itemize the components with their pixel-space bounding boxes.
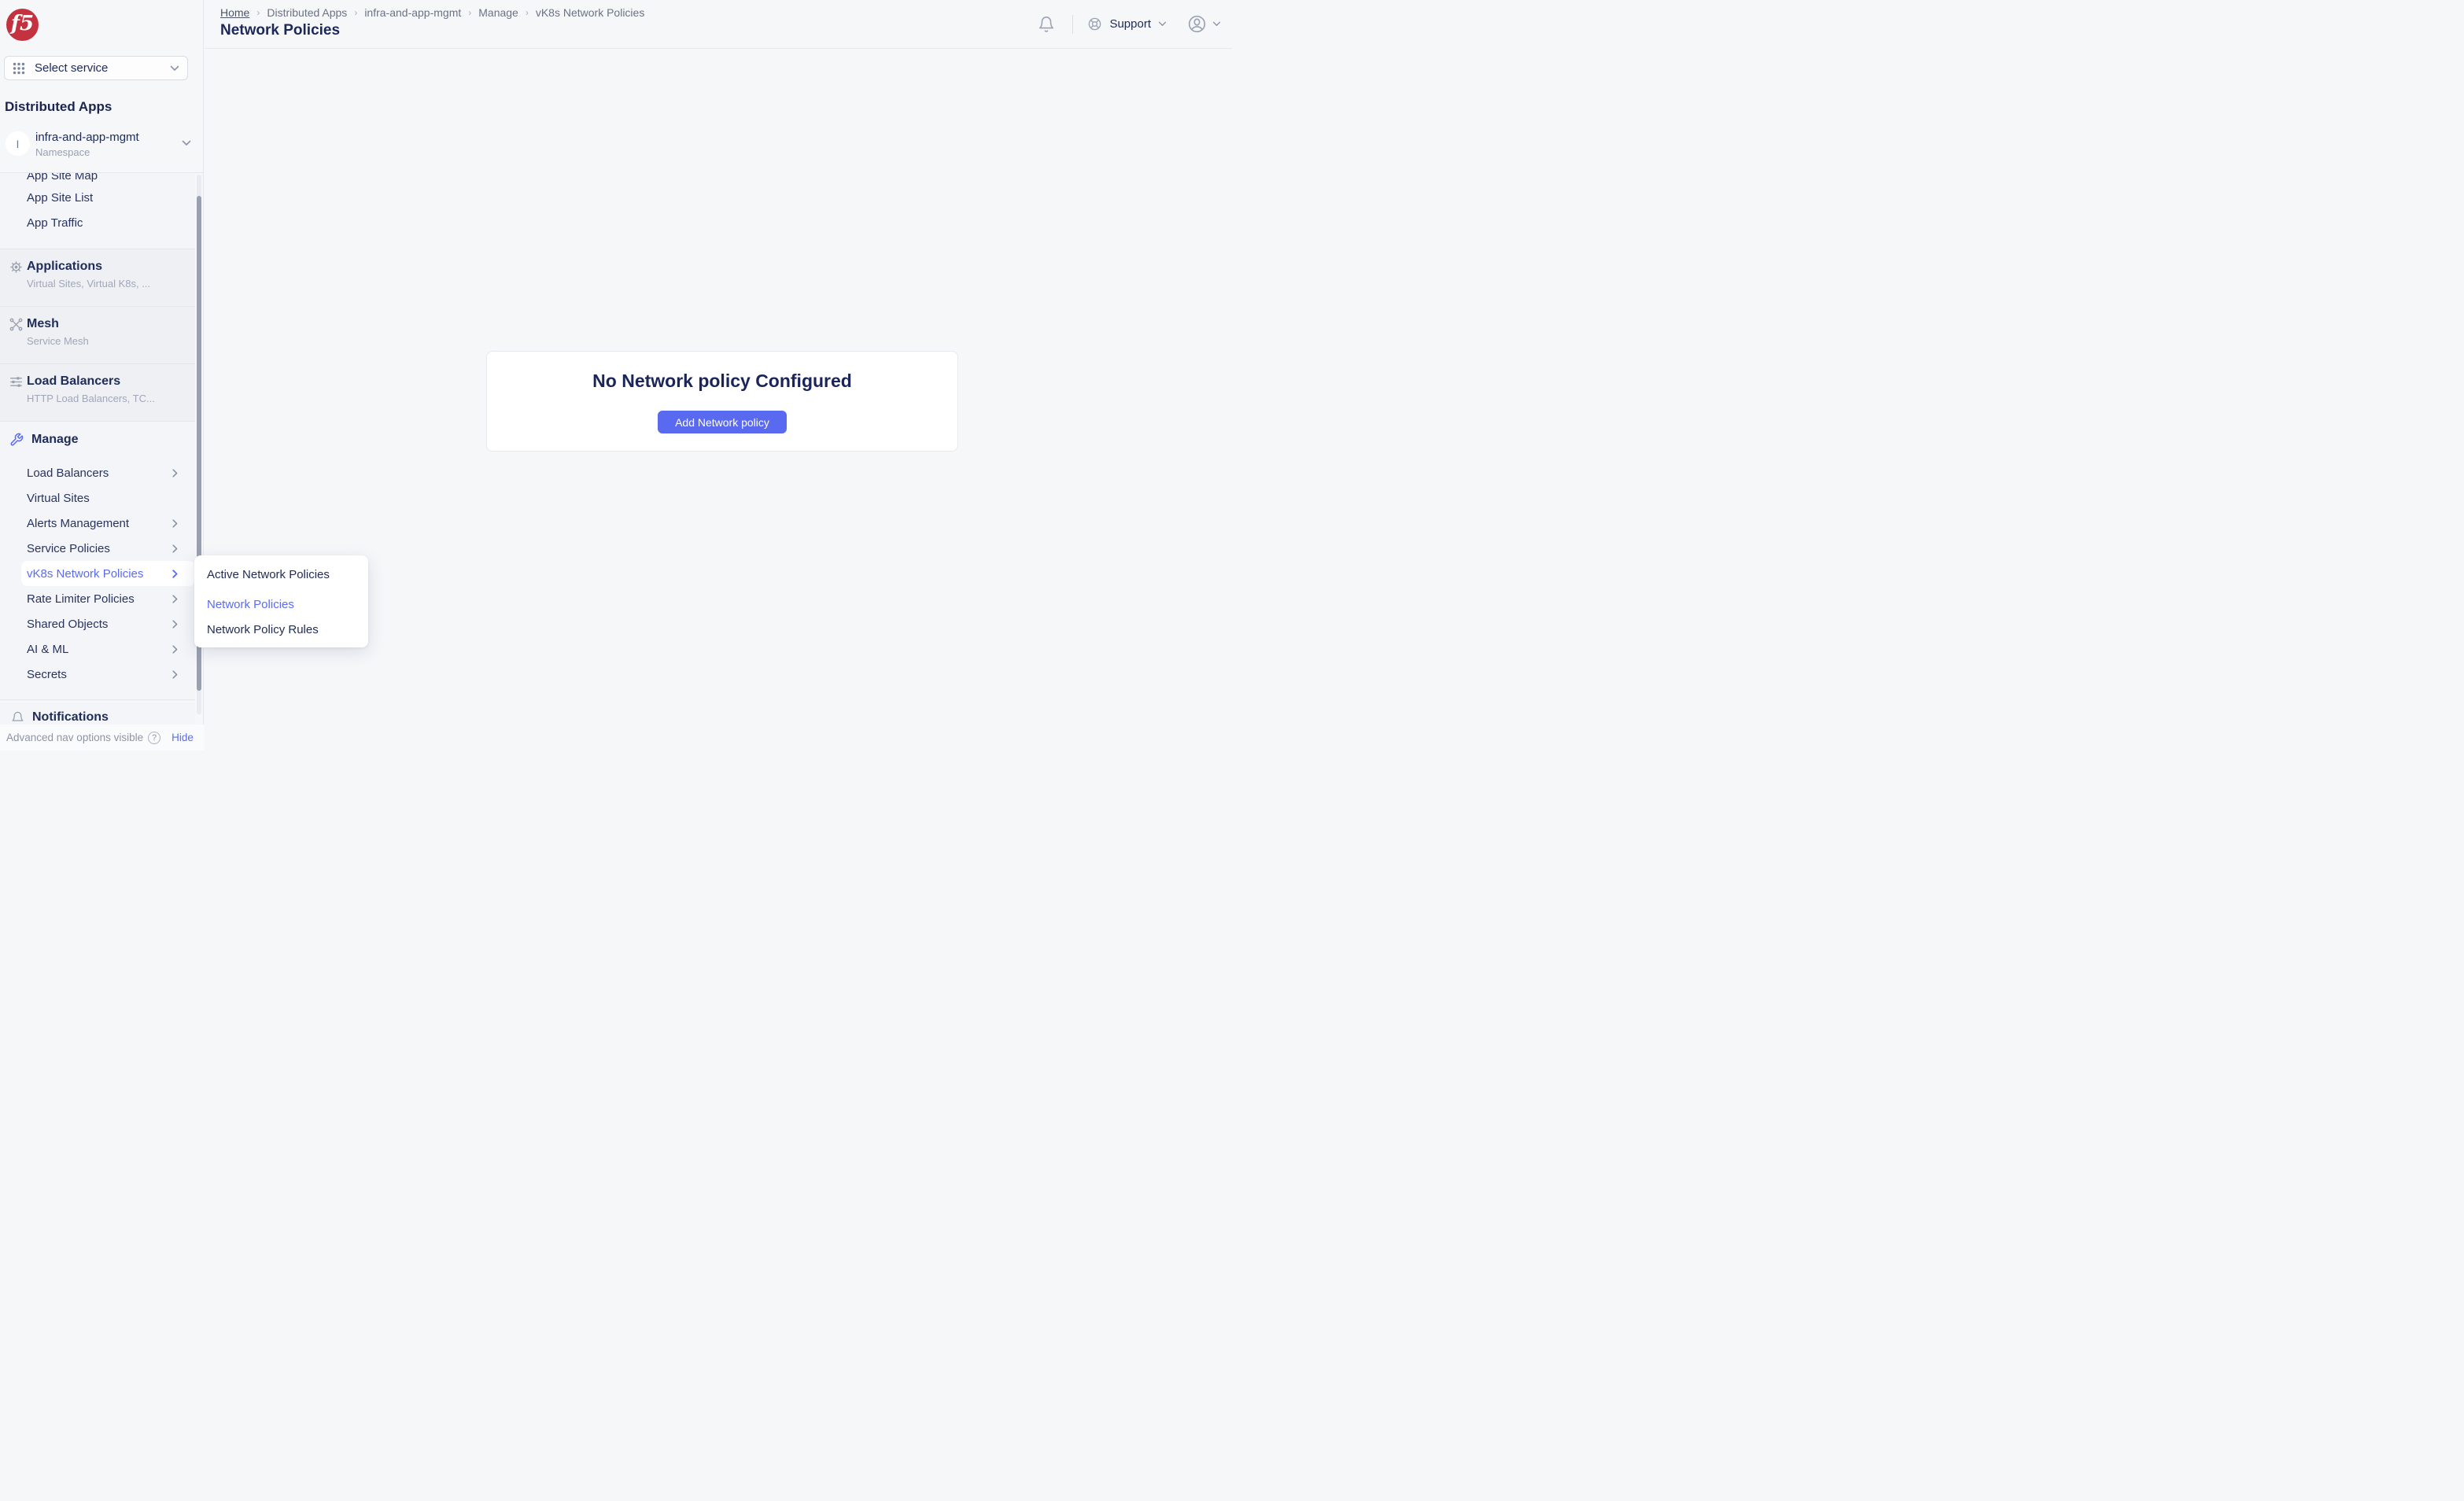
help-circle-icon[interactable]: ? bbox=[148, 732, 160, 744]
f5-logo[interactable]: f5 bbox=[6, 9, 39, 41]
sidebar-item-vk8s-network-policies[interactable]: vK8s Network Policies bbox=[21, 561, 195, 586]
sidebar-footer: Advanced nav options visible ? Hide bbox=[0, 725, 204, 750]
empty-state-card: No Network policy Configured Add Network… bbox=[486, 351, 958, 452]
manage-title: Manage bbox=[31, 433, 79, 447]
category-subtitle: Service Mesh bbox=[27, 335, 89, 347]
mesh-nodes-icon bbox=[9, 318, 23, 331]
account-menu[interactable] bbox=[1187, 14, 1221, 34]
flyout-item-network-policies[interactable]: Network Policies bbox=[194, 592, 368, 617]
sidebar-item-service-policies[interactable]: Service Policies bbox=[0, 536, 195, 561]
sidebar-section-notifications[interactable]: Notifications bbox=[11, 710, 109, 725]
sidebar-item-app-site-list[interactable]: App Site List bbox=[0, 185, 195, 210]
chevron-right-icon bbox=[172, 544, 178, 553]
category-title: Applications bbox=[27, 260, 102, 274]
sidebar-item-shared-objects[interactable]: Shared Objects bbox=[0, 611, 195, 636]
wrench-icon bbox=[9, 433, 24, 447]
sidebar-item-load-balancers[interactable]: Load Balancers bbox=[0, 460, 195, 485]
namespace-avatar: I bbox=[6, 131, 30, 156]
f5-logo-text: f5 bbox=[11, 13, 34, 34]
sidebar-category-load-balancers[interactable]: Load Balancers HTTP Load Balancers, TC..… bbox=[0, 364, 195, 421]
sidebar-item-ai-ml[interactable]: AI & ML bbox=[0, 636, 195, 662]
notification-bell-icon[interactable] bbox=[1038, 15, 1055, 34]
advanced-nav-status: Advanced nav options visible bbox=[6, 732, 143, 743]
breadcrumb-namespace[interactable]: infra-and-app-mgmt bbox=[364, 6, 461, 19]
chevron-down-icon bbox=[1158, 21, 1167, 27]
breadcrumb-vk8s-network-policies: vK8s Network Policies bbox=[536, 6, 645, 19]
namespace-type-label: Namespace bbox=[35, 146, 90, 158]
sidebar: f5 Select service Distributed Apps I inf… bbox=[0, 0, 204, 750]
empty-state-title: No Network policy Configured bbox=[487, 371, 957, 392]
chevron-right-icon bbox=[172, 570, 178, 578]
grid-icon bbox=[13, 62, 25, 75]
chevron-separator: › bbox=[354, 7, 357, 18]
chevron-separator: › bbox=[526, 7, 529, 18]
sidebar-item-app-traffic[interactable]: App Traffic bbox=[0, 210, 195, 235]
life-ring-icon bbox=[1087, 17, 1102, 31]
header-actions: Support bbox=[1038, 0, 1221, 48]
header-bottom-border bbox=[205, 48, 1232, 49]
flyout-item-network-policy-rules[interactable]: Network Policy Rules bbox=[194, 617, 368, 642]
namespace-name: infra-and-app-mgmt bbox=[35, 131, 139, 144]
bell-icon bbox=[11, 711, 24, 725]
chevron-separator: › bbox=[256, 7, 260, 18]
notifications-title: Notifications bbox=[32, 710, 109, 725]
chevron-down-icon bbox=[182, 140, 191, 146]
sidebar-category-mesh[interactable]: Mesh Service Mesh bbox=[0, 307, 195, 363]
sidebar-item-secrets[interactable]: Secrets bbox=[0, 662, 195, 687]
chevron-right-icon bbox=[172, 670, 178, 679]
flyout-item-active-network-policies[interactable]: Active Network Policies bbox=[194, 562, 368, 587]
helm-wheel-icon bbox=[9, 260, 23, 274]
hide-link[interactable]: Hide bbox=[172, 732, 194, 743]
page-title: Network Policies bbox=[220, 22, 340, 39]
breadcrumb-home[interactable]: Home bbox=[220, 6, 249, 19]
support-menu[interactable]: Support bbox=[1087, 17, 1167, 31]
sliders-icon bbox=[9, 375, 23, 389]
chevron-down-icon bbox=[170, 65, 179, 72]
sidebar-item-virtual-sites[interactable]: Virtual Sites bbox=[0, 485, 195, 511]
chevron-right-icon bbox=[172, 469, 178, 478]
vk8s-network-policies-flyout: Active Network Policies Network Policies… bbox=[194, 555, 368, 647]
user-avatar-icon bbox=[1187, 14, 1207, 34]
category-title: Mesh bbox=[27, 317, 59, 331]
category-title: Load Balancers bbox=[27, 374, 120, 389]
breadcrumb-manage[interactable]: Manage bbox=[478, 6, 518, 19]
add-network-policy-button[interactable]: Add Network policy bbox=[658, 411, 787, 433]
select-service-label: Select service bbox=[35, 61, 170, 75]
category-subtitle: Virtual Sites, Virtual K8s, ... bbox=[27, 278, 150, 290]
breadcrumb-distributed-apps[interactable]: Distributed Apps bbox=[267, 6, 347, 19]
header-divider bbox=[1072, 15, 1073, 34]
chevron-separator: › bbox=[468, 7, 471, 18]
sidebar-category-applications[interactable]: Applications Virtual Sites, Virtual K8s,… bbox=[0, 249, 195, 306]
breadcrumb: Home › Distributed Apps › infra-and-app-… bbox=[220, 6, 644, 19]
chevron-down-icon bbox=[1212, 21, 1221, 27]
sidebar-section-title: Distributed Apps bbox=[5, 99, 112, 115]
sidebar-scroll-area[interactable]: App Site Map App Site List App Traffic A… bbox=[0, 173, 195, 725]
support-label: Support bbox=[1109, 17, 1151, 31]
chevron-right-icon bbox=[172, 620, 178, 629]
sidebar-section-manage: Manage bbox=[9, 433, 79, 447]
sidebar-item-rate-limiter-policies[interactable]: Rate Limiter Policies bbox=[0, 586, 195, 611]
sidebar-item-alerts-management[interactable]: Alerts Management bbox=[0, 511, 195, 536]
category-subtitle: HTTP Load Balancers, TC... bbox=[27, 393, 155, 404]
chevron-right-icon bbox=[172, 519, 178, 528]
select-service-button[interactable]: Select service bbox=[4, 56, 188, 80]
chevron-right-icon bbox=[172, 645, 178, 654]
chevron-right-icon bbox=[172, 595, 178, 603]
